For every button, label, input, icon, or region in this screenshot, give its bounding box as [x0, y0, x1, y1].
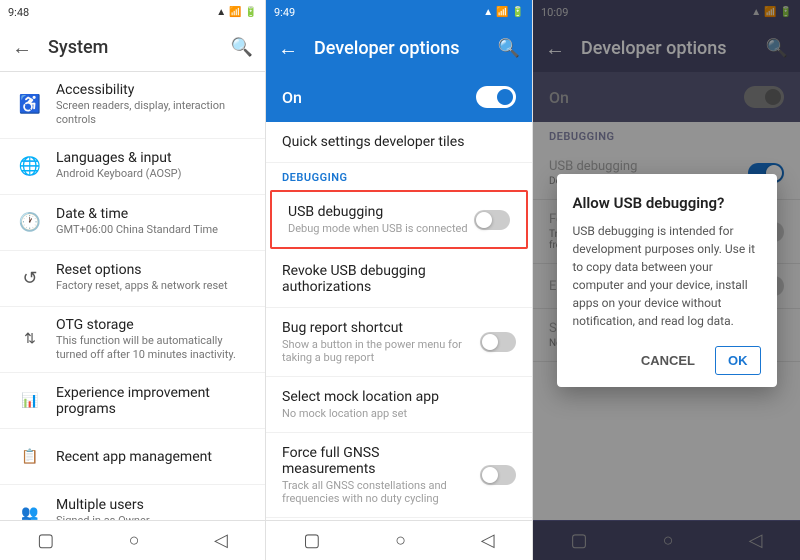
developer-toggle[interactable] — [476, 86, 516, 108]
usb-debug-subtitle: Debug mode when USB is connected — [288, 222, 468, 235]
mid-signal-icon: ▲ — [483, 7, 493, 18]
accessibility-icon: ♿ — [16, 91, 44, 119]
left-scroll-area: ♿ Accessibility Screen readers, display,… — [0, 72, 265, 520]
gnss-subtitle: Track all GNSS constellations and freque… — [282, 479, 472, 505]
sidebar-item-accessibility[interactable]: ♿ Accessibility Screen readers, display,… — [0, 72, 265, 139]
usb-debug-toggle[interactable] — [474, 210, 510, 230]
usb-debug-item[interactable]: USB debugging Debug mode when USB is con… — [270, 190, 528, 249]
bug-report-title: Bug report shortcut — [282, 320, 472, 336]
nav-square-icon[interactable]: ▢ — [37, 530, 54, 551]
mid-nav-square-icon[interactable]: ▢ — [303, 530, 320, 551]
reset-title: Reset options — [56, 262, 249, 278]
revoke-usb-item[interactable]: Revoke USB debugging authorizations — [266, 251, 532, 308]
wifi-icon: 📶 — [229, 7, 241, 18]
sidebar-item-reset[interactable]: ↺ Reset options Factory reset, apps & ne… — [0, 251, 265, 307]
multiuser-icon: 👥 — [16, 499, 44, 520]
middle-status-bar: 9:49 ▲ 📶 🔋 — [266, 0, 532, 24]
recentapp-title: Recent app management — [56, 449, 249, 465]
left-status-bar: 9:48 ▲ 📶 🔋 — [0, 0, 265, 24]
mid-battery-icon: 🔋 — [512, 7, 524, 18]
datetime-icon: 🕐 — [16, 208, 44, 236]
bug-report-item[interactable]: Bug report shortcut Show a button in the… — [266, 308, 532, 377]
multiuser-title: Multiple users — [56, 497, 249, 513]
languages-icon: 🌐 — [16, 152, 44, 180]
battery-icon: 🔋 — [245, 7, 257, 18]
reset-icon: ↺ — [16, 264, 44, 292]
dialog-overlay: Allow USB debugging? USB debugging is in… — [533, 0, 800, 560]
middle-search-button[interactable]: 🔍 — [498, 38, 520, 59]
mock-location-title: Select mock location app — [282, 389, 516, 405]
gnss-toggle[interactable] — [480, 465, 516, 485]
left-back-button[interactable]: ← — [12, 35, 32, 60]
gnss-item[interactable]: Force full GNSS measurements Track all G… — [266, 433, 532, 518]
experience-title: Experience improvement programs — [56, 385, 249, 417]
dialog-actions: CANCEL OK — [573, 346, 761, 375]
datetime-subtitle: GMT+06:00 China Standard Time — [56, 223, 249, 237]
mid-wifi-icon: 📶 — [496, 7, 508, 18]
sidebar-item-recentapp[interactable]: 📋 Recent app management — [0, 429, 265, 485]
middle-top-bar: ← Developer options 🔍 — [266, 24, 532, 72]
bug-report-toggle[interactable] — [480, 332, 516, 352]
left-top-bar: ← System 🔍 — [0, 24, 265, 72]
otg-subtitle: This function will be automatically turn… — [56, 334, 249, 363]
dialog-cancel-button[interactable]: CANCEL — [629, 346, 707, 375]
usb-debug-dialog: Allow USB debugging? USB debugging is in… — [557, 174, 777, 387]
debugging-section-header: DEBUGGING — [266, 163, 532, 188]
nav-triangle-icon[interactable]: ◁ — [214, 530, 228, 551]
mid-nav-triangle-icon[interactable]: ◁ — [481, 530, 495, 551]
right-panel: 10:09 ▲ 📶 🔋 ← Developer options 🔍 On DEB… — [533, 0, 800, 560]
left-title: System — [48, 37, 231, 58]
middle-on-row: On — [266, 72, 532, 122]
nav-circle-icon[interactable]: ○ — [129, 530, 140, 551]
left-bottom-nav: ▢ ○ ◁ — [0, 520, 265, 560]
usb-debug-title: USB debugging — [288, 204, 468, 220]
sidebar-item-experience[interactable]: 📊 Experience improvement programs — [0, 373, 265, 429]
sidebar-item-datetime[interactable]: 🕐 Date & time GMT+06:00 China Standard T… — [0, 195, 265, 251]
revoke-usb-title: Revoke USB debugging authorizations — [282, 263, 516, 295]
dialog-title: Allow USB debugging? — [573, 194, 761, 212]
gnss-title: Force full GNSS measurements — [282, 445, 472, 477]
languages-subtitle: Android Keyboard (AOSP) — [56, 167, 249, 181]
middle-back-button[interactable]: ← — [278, 36, 298, 61]
recentapp-icon: 📋 — [16, 443, 44, 471]
sidebar-item-languages[interactable]: 🌐 Languages & input Android Keyboard (AO… — [0, 139, 265, 195]
middle-bottom-nav: ▢ ○ ◁ — [266, 520, 532, 560]
middle-on-label: On — [282, 88, 476, 107]
middle-status-icons: ▲ 📶 🔋 — [483, 7, 524, 18]
otg-title: OTG storage — [56, 317, 249, 333]
dialog-ok-button[interactable]: OK — [715, 346, 761, 375]
multiuser-subtitle: Signed in as Owner — [56, 514, 249, 520]
mock-location-item[interactable]: Select mock location app No mock locatio… — [266, 377, 532, 433]
accessibility-subtitle: Screen readers, display, interaction con… — [56, 99, 249, 128]
left-search-button[interactable]: 🔍 — [231, 37, 253, 58]
accessibility-title: Accessibility — [56, 82, 249, 98]
quick-settings-title: Quick settings developer tiles — [282, 134, 516, 150]
otg-icon: ⇅ — [16, 325, 44, 353]
bug-report-subtitle: Show a button in the power menu for taki… — [282, 338, 472, 364]
reset-subtitle: Factory reset, apps & network reset — [56, 279, 249, 293]
signal-icon: ▲ — [216, 7, 226, 18]
sidebar-item-otg[interactable]: ⇅ OTG storage This function will be auto… — [0, 307, 265, 374]
left-time: 9:48 — [8, 6, 29, 19]
mid-nav-circle-icon[interactable]: ○ — [395, 530, 406, 551]
middle-panel: 9:49 ▲ 📶 🔋 ← Developer options 🔍 On Quic… — [266, 0, 533, 560]
left-panel: 9:48 ▲ 📶 🔋 ← System 🔍 ♿ Accessibility Sc… — [0, 0, 266, 560]
middle-title: Developer options — [314, 38, 498, 59]
middle-scroll-area: Quick settings developer tiles DEBUGGING… — [266, 122, 532, 520]
datetime-title: Date & time — [56, 206, 249, 222]
middle-time: 9:49 — [274, 6, 295, 19]
mock-location-subtitle: No mock location app set — [282, 407, 516, 420]
quick-settings-item[interactable]: Quick settings developer tiles — [266, 122, 532, 163]
sidebar-item-multiuser[interactable]: 👥 Multiple users Signed in as Owner — [0, 485, 265, 520]
left-status-icons: ▲ 📶 🔋 — [216, 7, 257, 18]
dialog-body: USB debugging is intended for developmen… — [573, 222, 761, 330]
experience-icon: 📊 — [16, 387, 44, 415]
languages-title: Languages & input — [56, 150, 249, 166]
